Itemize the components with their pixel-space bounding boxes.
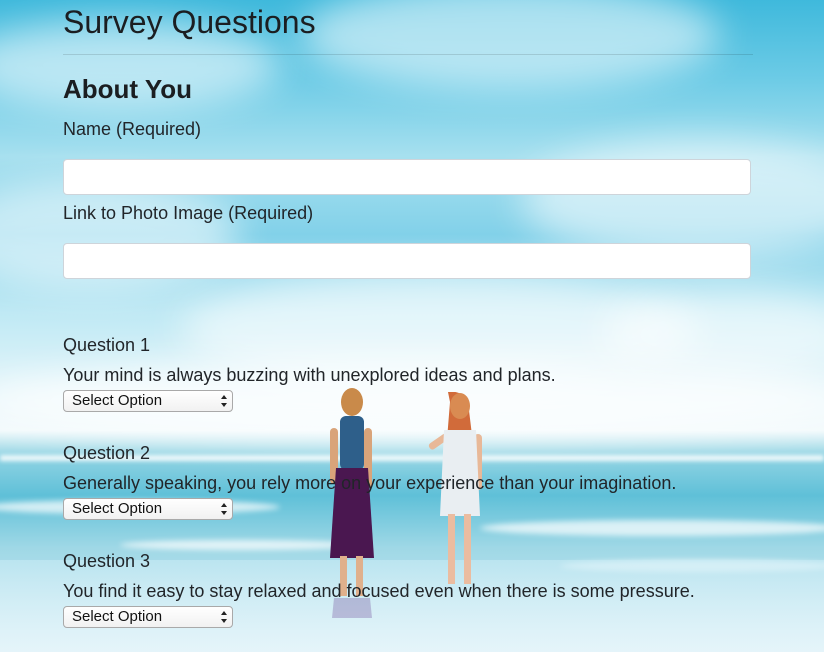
question-3-text: You find it easy to stay relaxed and foc… [63,581,695,601]
photo-link-label: Link to Photo Image (Required) [63,203,314,223]
question-2-select[interactable]: Select Option [63,498,233,520]
name-input[interactable] [63,159,751,195]
question-1-label: Question 1 [63,335,151,355]
page-title: Survey Questions [63,4,316,40]
question-1-select[interactable]: Select Option [63,390,233,412]
question-3-select[interactable]: Select Option [63,606,233,628]
section-title-about-you: About You [63,74,193,104]
question-1-text: Your mind is always buzzing with unexplo… [63,365,556,385]
select-arrows-icon [221,395,227,407]
question-3-select-value: Select Option [72,608,163,625]
select-arrows-icon [221,611,227,623]
question-2-label: Question 2 [63,443,151,463]
question-3-label: Question 3 [63,551,151,571]
photo-link-input[interactable] [63,243,751,279]
select-arrows-icon [221,503,227,515]
question-1-select-value: Select Option [72,392,163,409]
name-label: Name (Required) [63,119,202,139]
title-divider [63,54,753,55]
question-2-select-value: Select Option [72,500,163,517]
question-2-text: Generally speaking, you rely more on you… [63,473,677,493]
survey-form: Survey Questions About You Name (Require… [63,0,753,628]
